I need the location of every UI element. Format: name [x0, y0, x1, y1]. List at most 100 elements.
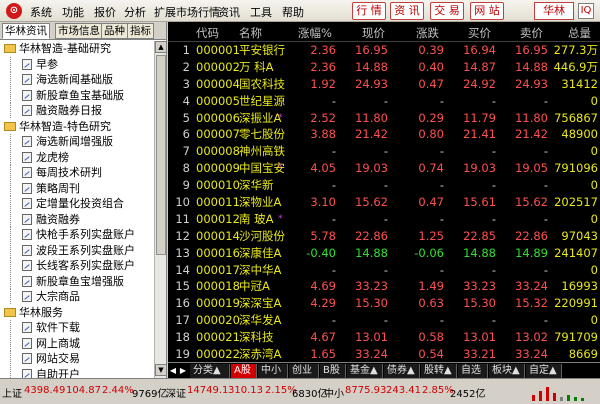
market-tab[interactable]: 自定▲ [526, 364, 562, 378]
row-index: 12 [175, 228, 190, 243]
tree-item[interactable]: 软件下载 [0, 320, 154, 336]
tab-indicators[interactable]: 指标 [127, 23, 154, 39]
header-price[interactable]: 现价 [362, 25, 385, 41]
tree-item[interactable]: 新股章鱼宝基础版 [0, 87, 154, 104]
iq-icon[interactable]: IQ [578, 3, 594, 19]
table-row[interactable]: 11 000012 南 玻A * - - - - - 0 [168, 211, 600, 228]
tree-item[interactable]: 融资融券 [0, 211, 154, 228]
menu-tools[interactable]: 工具 [250, 4, 272, 20]
table-row[interactable]: 7 000008 神州高铁 - - - - - 0 [168, 143, 600, 160]
market-tab[interactable]: 自选 [458, 364, 488, 378]
tree-folder[interactable]: 华林智造-特色研究 [0, 119, 154, 135]
news-button[interactable]: 资 讯 [390, 2, 424, 20]
tree-item[interactable]: 策略周刊 [0, 180, 154, 197]
trade-button[interactable]: 交 易 [430, 2, 464, 20]
stock-code: 000002 [196, 59, 240, 74]
sh-index-label: 上证 [2, 389, 22, 400]
tree-item[interactable]: 融资融券日报 [0, 103, 154, 119]
sh-index-value: 4398.49 [24, 385, 66, 396]
menu-extended-market[interactable]: 扩展市场行情 [154, 4, 220, 20]
header-volume[interactable]: 总量 [568, 25, 591, 41]
table-row[interactable]: 5 000006 深振业A * 2.52 11.80 0.29 11.79 11.80 75686… [168, 110, 600, 127]
table-row[interactable]: 4 000005 世纪星源 - - - - - 0 [168, 93, 600, 110]
menu-analysis[interactable]: 分析 [124, 4, 146, 20]
menu-function[interactable]: 功能 [62, 4, 84, 20]
document-icon [22, 337, 32, 349]
header-ask[interactable]: 卖价 [520, 25, 543, 41]
tree-connector [10, 180, 11, 196]
tree-item[interactable]: 网站交易 [0, 351, 154, 367]
tree-folder[interactable]: 华林服务 [0, 305, 154, 321]
tab-market-info[interactable]: 市场信息 [55, 23, 103, 39]
header-code[interactable]: 代码 [196, 25, 219, 41]
market-tab[interactable]: 分类▲ [190, 364, 230, 378]
table-row[interactable]: 16 000019 深深宝A 4.29 15.30 0.63 15.30 15.32 22099… [168, 295, 600, 312]
tree-connector [10, 72, 11, 87]
table-row[interactable]: 18 000021 深科技 4.67 13.01 0.58 13.01 13.02 791709 [168, 329, 600, 346]
market-tab[interactable]: B股 [320, 364, 346, 378]
menu-system[interactable]: 系统 [30, 4, 52, 20]
quote-button[interactable]: 行 情 [352, 2, 386, 20]
price: 24.93 [355, 76, 388, 91]
table-row[interactable]: 19 000022 深赤湾A 1.65 33.24 0.54 33.21 33.24 8669 [168, 346, 600, 362]
tree-item-label: 每周技术研判 [36, 166, 102, 179]
tree-item[interactable]: 长线客系列实盘账户 [0, 258, 154, 274]
tabs-prev-icon[interactable]: ◀ [168, 365, 178, 377]
tree-item[interactable]: 新股章鱼宝增强版 [0, 273, 154, 290]
market-tab[interactable]: 中小 [258, 364, 288, 378]
scroll-down-icon[interactable]: ▼ [155, 364, 166, 376]
tree-item[interactable]: 网上商城 [0, 335, 154, 352]
table-row[interactable]: 13 000016 深康佳A -0.40 14.88 -0.06 14.88 14.89 241… [168, 245, 600, 262]
table-row[interactable]: 10 000011 深物业A 3.10 15.62 0.47 15.61 15.62 20251… [168, 194, 600, 211]
tree-item[interactable]: 每周技术研判 [0, 165, 154, 181]
table-row[interactable]: 15 000018 中冠A 4.69 33.23 1.49 33.23 33.24 16993 [168, 278, 600, 295]
tree-item[interactable]: 大宗商品 [0, 289, 154, 305]
tree-item[interactable]: 海选新闻基础版 [0, 72, 154, 88]
bid-price: 19.03 [463, 161, 496, 176]
stock-name: 沙河股份 [239, 228, 285, 243]
market-tab[interactable]: 债券▲ [384, 364, 420, 378]
document-icon [22, 58, 32, 70]
tree-item[interactable]: 波段王系列实盘账户 [0, 242, 154, 259]
breadth-bar [539, 391, 542, 401]
table-row[interactable]: 12 000014 沙河股份 5.78 22.86 1.25 22.85 22.86 97043 [168, 228, 600, 245]
tree-item[interactable]: 海选新闻增强版 [0, 134, 154, 150]
scroll-up-icon[interactable]: ▲ [155, 41, 166, 53]
table-row[interactable]: 17 000020 深华发A - - - - - 0 [168, 312, 600, 329]
change: 1.49 [418, 279, 444, 294]
table-row[interactable]: 14 000017 深中华A - - - - - 0 [168, 262, 600, 279]
scroll-thumb[interactable] [156, 55, 166, 255]
tree-folder[interactable]: 华林智造-基础研究 [0, 41, 154, 57]
table-row[interactable]: 6 000007 零七股份 3.88 21.42 0.80 21.41 21.42 48900 [168, 126, 600, 143]
table-row[interactable]: 9 000010 深华新 - - - - - 0 [168, 177, 600, 194]
tree-connector [10, 320, 11, 335]
tab-hualin-info[interactable]: 华林资讯 [2, 23, 50, 39]
table-row[interactable]: 2 000002 万 科A 2.36 14.88 0.40 14.87 14.88 446.9万 [168, 59, 600, 76]
price: 11.80 [355, 110, 388, 125]
menu-quote[interactable]: 报价 [94, 4, 116, 20]
app-logo-icon[interactable]: ⊙ [6, 3, 22, 19]
market-tab[interactable]: 基金▲ [347, 364, 383, 378]
tree-item[interactable]: 龙虎榜 [0, 149, 154, 166]
market-tab[interactable]: 板块▲ [489, 364, 525, 378]
market-tab[interactable]: 股转▲ [421, 364, 457, 378]
website-button[interactable]: 网 站 [470, 2, 504, 20]
table-row[interactable]: 1 000001 平安银行 2.36 16.95 0.39 16.94 16.95 277.3万 [168, 42, 600, 59]
tree-item[interactable]: 自助开户 [0, 366, 154, 378]
menu-help[interactable]: 帮助 [282, 4, 304, 20]
menu-info[interactable]: 资讯 [218, 4, 240, 20]
tabs-next-icon[interactable]: ▶ [178, 365, 188, 377]
market-tab[interactable]: 创业 [289, 364, 319, 378]
header-bid[interactable]: 买价 [468, 25, 491, 41]
header-name[interactable]: 名称 [239, 25, 262, 41]
tree-item[interactable]: 定增量化投资组合 [0, 196, 154, 212]
header-change-percent[interactable]: 涨幅% [298, 25, 332, 41]
market-tab[interactable]: A股 [231, 364, 257, 378]
tree-item[interactable]: 快枪手系列实盘账户 [0, 227, 154, 243]
info-tree-scrollbar[interactable]: ▲ ▼ [154, 41, 166, 378]
tree-item[interactable]: 早参 [0, 56, 154, 73]
header-change[interactable]: 涨跌 [416, 25, 439, 41]
table-row[interactable]: 8 000009 中国宝安 * 4.05 19.03 0.74 19.03 19.05 79109… [168, 160, 600, 177]
tab-varieties[interactable]: 品种 [101, 23, 128, 39]
table-row[interactable]: 3 000004 国农科技 1.92 24.93 0.47 24.92 24.93 31412 [168, 76, 600, 93]
